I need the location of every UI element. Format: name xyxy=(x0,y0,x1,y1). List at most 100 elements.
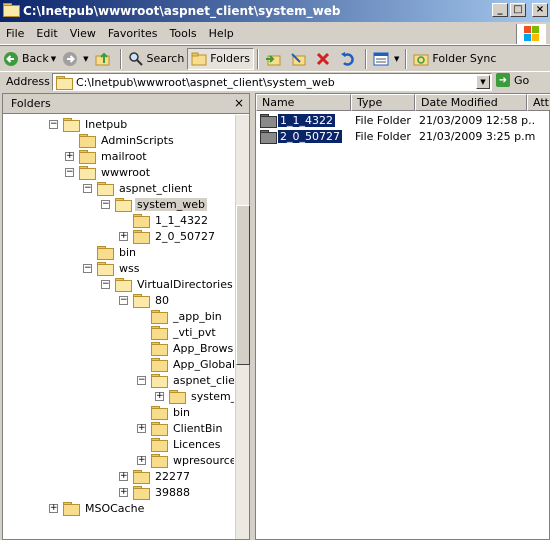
tree-item[interactable]: App_GlobalRe xyxy=(137,356,234,372)
expand-icon[interactable]: + xyxy=(119,487,128,497)
back-arrow-icon xyxy=(3,51,19,67)
views-button[interactable]: ▼ xyxy=(370,48,402,70)
menu-edit[interactable]: Edit xyxy=(30,27,63,40)
move-to-button[interactable] xyxy=(262,48,287,70)
tree-item-label: bin xyxy=(173,405,191,419)
search-icon xyxy=(128,51,144,67)
item-type: File Folder xyxy=(355,129,411,143)
tree-item-label: Licences xyxy=(173,437,221,451)
collapse-icon[interactable]: − xyxy=(83,263,92,273)
tree-item-label: wwwroot xyxy=(101,165,151,179)
tree-item[interactable]: + system_w xyxy=(155,388,234,404)
list-item[interactable]: 1_1_4322 File Folder 21/03/2009 12:58 p.… xyxy=(256,112,550,128)
folder-icon xyxy=(133,293,150,308)
folder-icon xyxy=(133,229,150,244)
collapse-icon[interactable]: − xyxy=(65,167,74,177)
tree-item[interactable]: AdminScripts xyxy=(65,132,176,148)
column-name[interactable]: Name xyxy=(256,94,351,111)
windows-logo xyxy=(516,24,546,44)
menu-view[interactable]: View xyxy=(64,27,102,40)
tree-item[interactable]: +2_0_50727 xyxy=(119,228,217,244)
forward-dropdown-icon[interactable]: ▼ xyxy=(83,55,88,63)
tree-item[interactable]: bin xyxy=(137,404,192,420)
tree-item[interactable]: + mailroot xyxy=(65,148,149,164)
folder-sync-label: Folder Sync xyxy=(432,52,497,65)
folder-icon xyxy=(151,453,168,468)
tree-item[interactable]: +39888 xyxy=(119,484,192,500)
tree-item-label: aspnet_client xyxy=(119,181,193,195)
folders-button[interactable]: Folders xyxy=(187,47,255,70)
expand-icon[interactable]: + xyxy=(119,471,128,481)
go-button[interactable]: ➜ Go xyxy=(496,73,529,87)
folder-icon xyxy=(260,113,277,128)
minimize-button[interactable]: _ xyxy=(492,3,508,17)
expand-icon[interactable]: + xyxy=(65,151,74,161)
tree-item[interactable]: _app_bin xyxy=(137,308,224,324)
tree-item[interactable]: + MSOCache xyxy=(49,500,146,516)
column-type[interactable]: Type xyxy=(351,94,415,111)
collapse-icon[interactable]: − xyxy=(101,279,110,289)
expand-icon[interactable]: + xyxy=(49,503,58,513)
folder-sync-button[interactable]: Folder Sync xyxy=(410,48,499,70)
tree-item[interactable]: − wwwroot xyxy=(65,164,152,180)
folder-icon xyxy=(151,341,168,356)
collapse-icon[interactable]: − xyxy=(101,199,110,209)
back-button[interactable]: Back ▼ xyxy=(0,48,59,70)
tree-item-label: wss xyxy=(119,261,140,275)
tree-item[interactable]: App_Browsers xyxy=(137,340,234,356)
move-to-icon xyxy=(265,51,281,67)
up-button[interactable] xyxy=(92,48,117,70)
menu-tools[interactable]: Tools xyxy=(164,27,203,40)
item-date: 21/03/2009 12:58 p... xyxy=(419,113,535,127)
tree-item[interactable]: − system_web xyxy=(101,196,208,212)
menu-favorites[interactable]: Favorites xyxy=(102,27,164,40)
tree-item[interactable]: +22277 xyxy=(119,468,192,484)
tree-item-label: 39888 xyxy=(155,485,190,499)
folder-icon xyxy=(63,117,80,132)
menu-file[interactable]: File xyxy=(0,27,30,40)
tree-item[interactable]: − Inetpub xyxy=(49,116,129,132)
folders-icon xyxy=(191,51,207,67)
collapse-icon[interactable]: − xyxy=(83,183,92,193)
vertical-scrollbar[interactable] xyxy=(235,115,250,539)
address-input[interactable]: C:\Inetpub\wwwroot\aspnet_client\system_… xyxy=(52,73,492,91)
list-item[interactable]: 2_0_50727 File Folder 21/03/2009 3:25 p.… xyxy=(256,128,550,144)
forward-button[interactable]: ▼ xyxy=(59,48,91,70)
collapse-icon[interactable]: − xyxy=(137,375,146,385)
tree-item[interactable]: 1_1_4322 xyxy=(119,212,210,228)
expand-icon[interactable]: + xyxy=(155,391,164,401)
close-button[interactable]: × xyxy=(532,3,548,17)
scrollbar-thumb[interactable] xyxy=(236,205,250,365)
tree-item[interactable]: _vti_pvt xyxy=(137,324,218,340)
menu-help[interactable]: Help xyxy=(203,27,240,40)
toolbar-separator xyxy=(405,48,408,69)
collapse-icon[interactable]: − xyxy=(49,119,58,129)
expand-icon[interactable]: + xyxy=(137,423,146,433)
tree-item[interactable]: bin xyxy=(83,244,138,260)
tree-item[interactable]: − 80 xyxy=(119,292,171,308)
copy-to-button[interactable] xyxy=(287,48,312,70)
tree-item[interactable]: Licences xyxy=(137,436,223,452)
address-dropdown-icon[interactable]: ▼ xyxy=(476,75,490,89)
tree-item[interactable]: + ClientBin xyxy=(137,420,224,436)
expand-icon[interactable]: + xyxy=(119,231,128,241)
search-button[interactable]: Search xyxy=(125,48,188,70)
tree-item[interactable]: − aspnet_client xyxy=(137,372,234,388)
undo-button[interactable] xyxy=(337,48,362,70)
views-dropdown-icon[interactable]: ▼ xyxy=(394,55,399,63)
maximize-button[interactable]: □ xyxy=(510,3,526,17)
folder-icon xyxy=(151,405,168,420)
folders-pane-title: Folders xyxy=(11,97,51,110)
tree-item[interactable]: − aspnet_client xyxy=(83,180,194,196)
delete-button[interactable] xyxy=(312,48,337,70)
collapse-icon[interactable]: − xyxy=(119,295,128,305)
tree-item[interactable]: + wpresources xyxy=(137,452,234,468)
column-date-modified[interactable]: Date Modified xyxy=(415,94,527,111)
list-header: Name Type Date Modified Attr xyxy=(256,94,550,111)
back-dropdown-icon[interactable]: ▼ xyxy=(51,55,56,63)
tree-item[interactable]: − wss xyxy=(83,260,141,276)
close-icon[interactable]: × xyxy=(234,96,244,110)
tree-item[interactable]: − VirtualDirectories xyxy=(101,276,234,292)
column-attributes[interactable]: Attr xyxy=(527,94,550,111)
expand-icon[interactable]: + xyxy=(137,455,146,465)
